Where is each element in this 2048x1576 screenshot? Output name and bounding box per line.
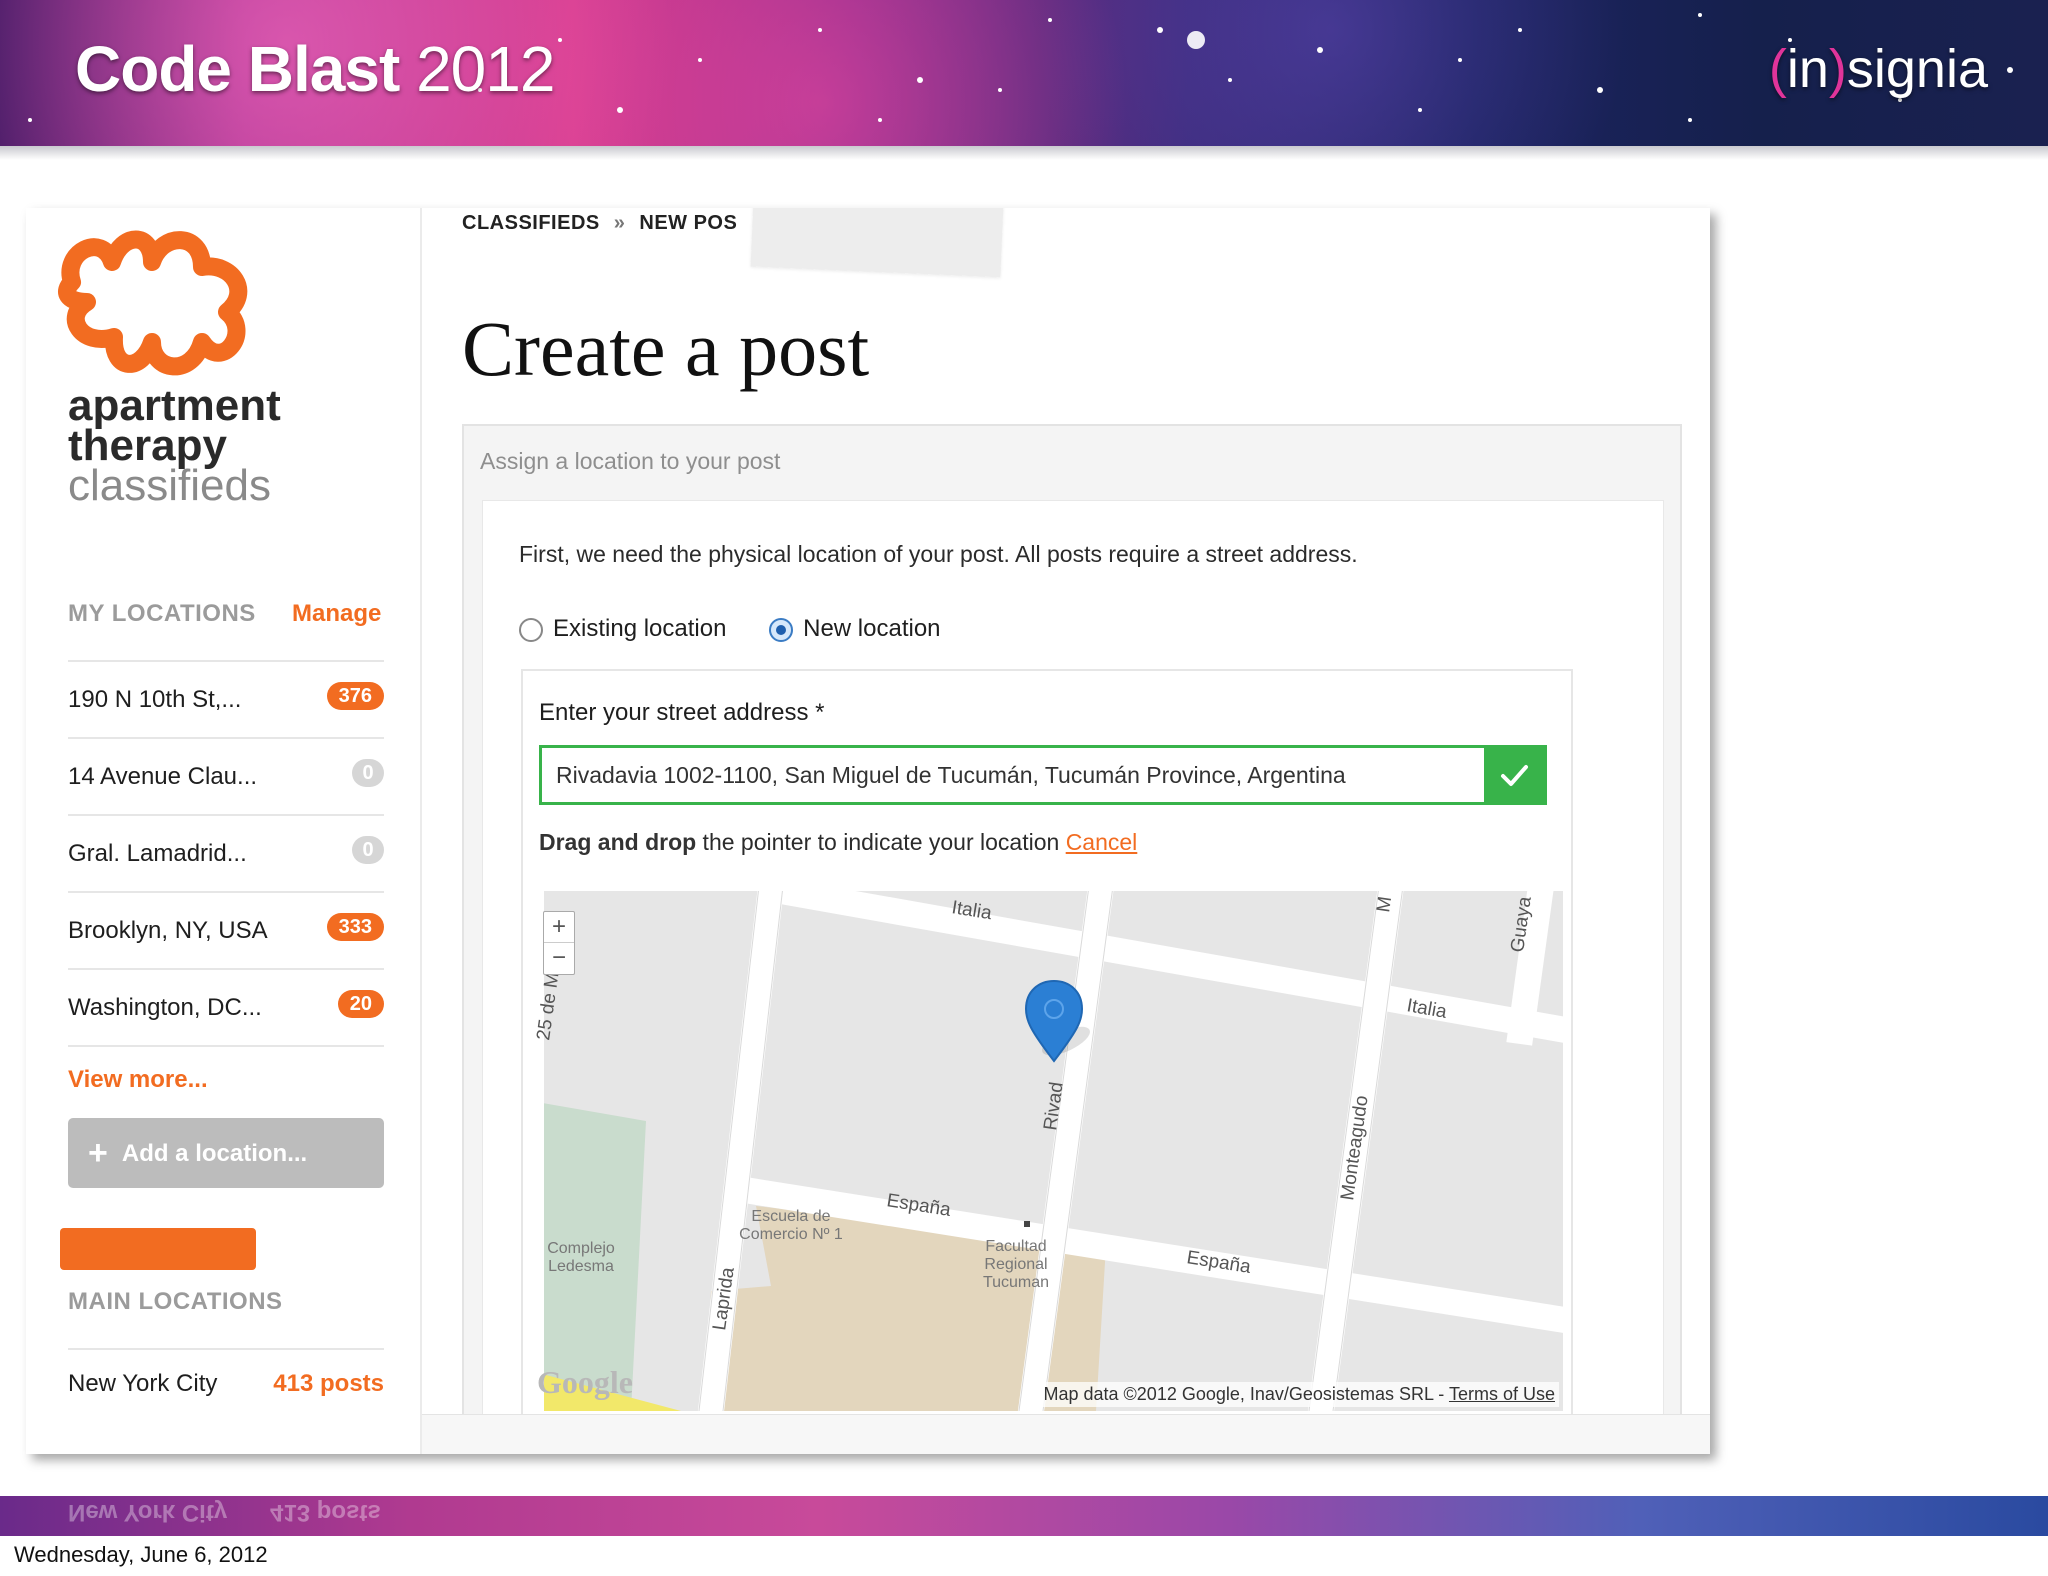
location-item[interactable]: 14 Avenue Clau... 0	[68, 737, 384, 814]
poi-label: Regional	[984, 1256, 1047, 1273]
map-credit-text: Map data ©2012 Google, Inav/Geosistemas …	[1043, 1384, 1449, 1404]
breadcrumb-classifieds[interactable]: CLASSIFIEDS	[462, 212, 600, 234]
main-content: CLASSIFIEDS » NEW POS Create a post Assign…	[422, 208, 1710, 1454]
location-map[interactable]: Italia Italia España España Monteagudo R…	[531, 891, 1563, 1411]
my-locations-heading: MY LOCATIONS	[68, 600, 256, 627]
manage-locations-link[interactable]: Manage	[292, 600, 381, 628]
location-panel: Assign a location to your post First, we…	[462, 424, 1682, 1454]
reflection-text: New York City	[68, 1499, 228, 1526]
slide-date: Wednesday, June 6, 2012	[14, 1542, 268, 1567]
location-count-badge: 333	[326, 913, 384, 941]
checkmark-icon	[1501, 765, 1528, 786]
map-attribution: Map data ©2012 Google, Inav/Geosistemas …	[1039, 1382, 1559, 1407]
location-name: Gral. Lamadrid...	[68, 840, 247, 867]
map-canvas[interactable]: Italia Italia España España Monteagudo R…	[531, 891, 1563, 1411]
breadcrumb-separator: »	[613, 212, 626, 234]
existing-location-label: Existing location	[553, 615, 727, 642]
brand-paren-close: )	[1828, 39, 1847, 99]
brand-in: in	[1786, 39, 1829, 99]
hint-text: the pointer to indicate your location	[696, 829, 1066, 855]
location-name: Washington, DC...	[68, 994, 262, 1021]
poi-label: Escuela de	[751, 1208, 830, 1225]
location-name: 14 Avenue Clau...	[68, 763, 258, 790]
poi-label: Comercio Nº 1	[739, 1226, 843, 1243]
cancel-link[interactable]: Cancel	[1066, 829, 1138, 855]
logo-line-1: apartment	[68, 381, 281, 430]
brand-paren-open: (	[1768, 39, 1787, 99]
website-screenshot: apartment therapy classifieds MY LOCATIO…	[26, 208, 1710, 1454]
main-location-link[interactable]: New York City	[68, 1370, 217, 1398]
logo-wordmark[interactable]: apartment therapy classifieds	[68, 381, 281, 510]
panel-body: First, we need the physical location of …	[482, 500, 1664, 1454]
drag-hint: Drag and drop the pointer to indicate yo…	[539, 829, 1137, 856]
view-more-link[interactable]: View more...	[68, 1066, 208, 1094]
slide-title-year: 2012	[416, 33, 555, 105]
breadcrumb: CLASSIFIEDS » NEW POS	[462, 212, 737, 235]
location-name: 190 N 10th St,...	[68, 686, 242, 713]
partial-orange-button[interactable]	[60, 1228, 256, 1270]
logo-line-2: therapy	[68, 421, 227, 470]
address-box: Enter your street address * Drag and dro…	[521, 669, 1573, 1454]
list-divider	[68, 1045, 384, 1047]
street-label: M	[1373, 895, 1396, 914]
location-count-badge: 376	[326, 682, 384, 710]
new-location-option[interactable]: New location	[769, 615, 941, 642]
slide-title-bold: Code Blast	[75, 33, 400, 105]
street-address-input[interactable]	[542, 748, 1492, 802]
slide-reflection: New York City 413 posts	[0, 1496, 2048, 1536]
poi-label: Tucuman	[983, 1274, 1049, 1291]
location-type-radios: Existing location New location	[519, 615, 977, 643]
plus-icon: +	[88, 1134, 108, 1172]
slide-title: Code Blast 2012	[75, 32, 555, 106]
logo-line-3: classifieds	[68, 461, 271, 510]
main-locations-heading: MAIN LOCATIONS	[68, 1288, 283, 1315]
hint-bold: Drag and drop	[539, 829, 697, 855]
location-name: Brooklyn, NY, USA	[68, 917, 268, 944]
main-location-post-count: 413 posts	[273, 1370, 384, 1397]
location-item[interactable]: Gral. Lamadrid... 0	[68, 814, 384, 891]
location-count-badge: 20	[337, 990, 384, 1018]
divider	[68, 1348, 384, 1350]
existing-location-option[interactable]: Existing location	[519, 615, 726, 642]
location-item[interactable]: Washington, DC... 20	[68, 968, 384, 1045]
zoom-out-button[interactable]: −	[544, 943, 574, 973]
location-item[interactable]: 190 N 10th St,... 376	[68, 660, 384, 737]
location-count-badge: 0	[352, 836, 384, 864]
address-label: Enter your street address *	[539, 699, 825, 726]
location-item[interactable]: Brooklyn, NY, USA 333	[68, 891, 384, 968]
card-bottom-bar	[422, 1414, 1710, 1454]
poi-label: Facultad	[985, 1238, 1046, 1255]
slide-banner: Code Blast 2012 (in)signia	[0, 0, 2048, 146]
add-location-button[interactable]: + Add a location...	[68, 1118, 384, 1188]
breadcrumb-current: NEW POS	[639, 212, 738, 234]
banner-shadow	[0, 146, 2048, 160]
address-valid-indicator	[1484, 748, 1544, 802]
page-title: Create a post	[462, 305, 870, 392]
zoom-in-button[interactable]: +	[544, 912, 574, 943]
terms-of-use-link[interactable]: Terms of Use	[1449, 1384, 1555, 1404]
add-location-label: Add a location...	[121, 1140, 308, 1167]
location-count-badge: 0	[352, 759, 384, 787]
tape-overlay	[750, 208, 1004, 278]
address-field[interactable]	[539, 745, 1547, 805]
panel-heading: Assign a location to your post	[480, 448, 781, 474]
my-locations-list: 190 N 10th St,... 376 14 Avenue Clau... …	[68, 660, 384, 1047]
apartment-therapy-logo-icon[interactable]	[52, 222, 262, 382]
google-logo[interactable]: Google	[537, 1364, 633, 1401]
intro-text: First, we need the physical location of …	[519, 541, 1358, 567]
poi-label: Ledesma	[548, 1258, 614, 1275]
reflection-text: 413 posts	[270, 1499, 381, 1526]
poi-label: Complejo	[547, 1240, 615, 1257]
map-zoom-control: + −	[543, 911, 575, 975]
new-location-radio[interactable]	[769, 617, 794, 642]
brand-signia: signia	[1846, 39, 1988, 99]
insignia-brand: (in)signia	[1769, 38, 1988, 100]
existing-location-radio[interactable]	[519, 617, 543, 642]
new-location-label: New location	[803, 615, 941, 642]
